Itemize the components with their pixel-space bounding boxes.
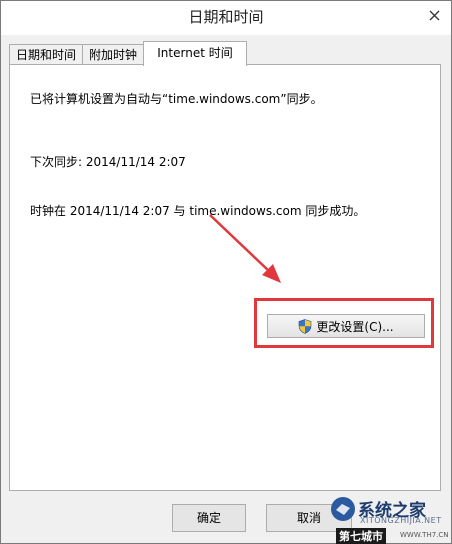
title-bar[interactable]: 日期和时间: [1, 1, 451, 35]
watermark: 系统之家 XITONGZHIJIA.NET 第七城市 WWW.TH7.CN: [330, 496, 450, 544]
watermark-bottom-text: 第七城市: [336, 528, 386, 544]
tab-date-time[interactable]: 日期和时间: [9, 44, 83, 64]
watermark-url-text: WWW.TH7.CN: [400, 531, 449, 539]
internet-time-panel: 已将计算机设置为自动与“time.windows.com”同步。 下次同步: 2…: [9, 64, 441, 491]
tab-additional-clocks[interactable]: 附加时钟: [82, 44, 144, 64]
highlight-box: [254, 298, 434, 348]
ok-button[interactable]: 确定: [172, 504, 246, 532]
window-title: 日期和时间: [188, 8, 264, 26]
last-sync-result-text: 时钟在 2014/11/14 2:07 与 time.windows.com 同…: [30, 204, 366, 218]
next-sync-text: 下次同步: 2014/11/14 2:07: [30, 155, 186, 169]
close-icon: [429, 10, 439, 20]
watermark-logo-icon: [331, 497, 355, 521]
tab-internet-time[interactable]: Internet 时间: [143, 41, 247, 66]
date-time-dialog: 日期和时间 日期和时间 附加时钟 Internet 时间 已将计算机设置为自动与…: [0, 0, 452, 544]
watermark-sub-text: XITONGZHIJIA.NET: [360, 516, 442, 525]
close-button[interactable]: [419, 2, 449, 28]
sync-status-text: 已将计算机设置为自动与“time.windows.com”同步。: [30, 92, 323, 106]
